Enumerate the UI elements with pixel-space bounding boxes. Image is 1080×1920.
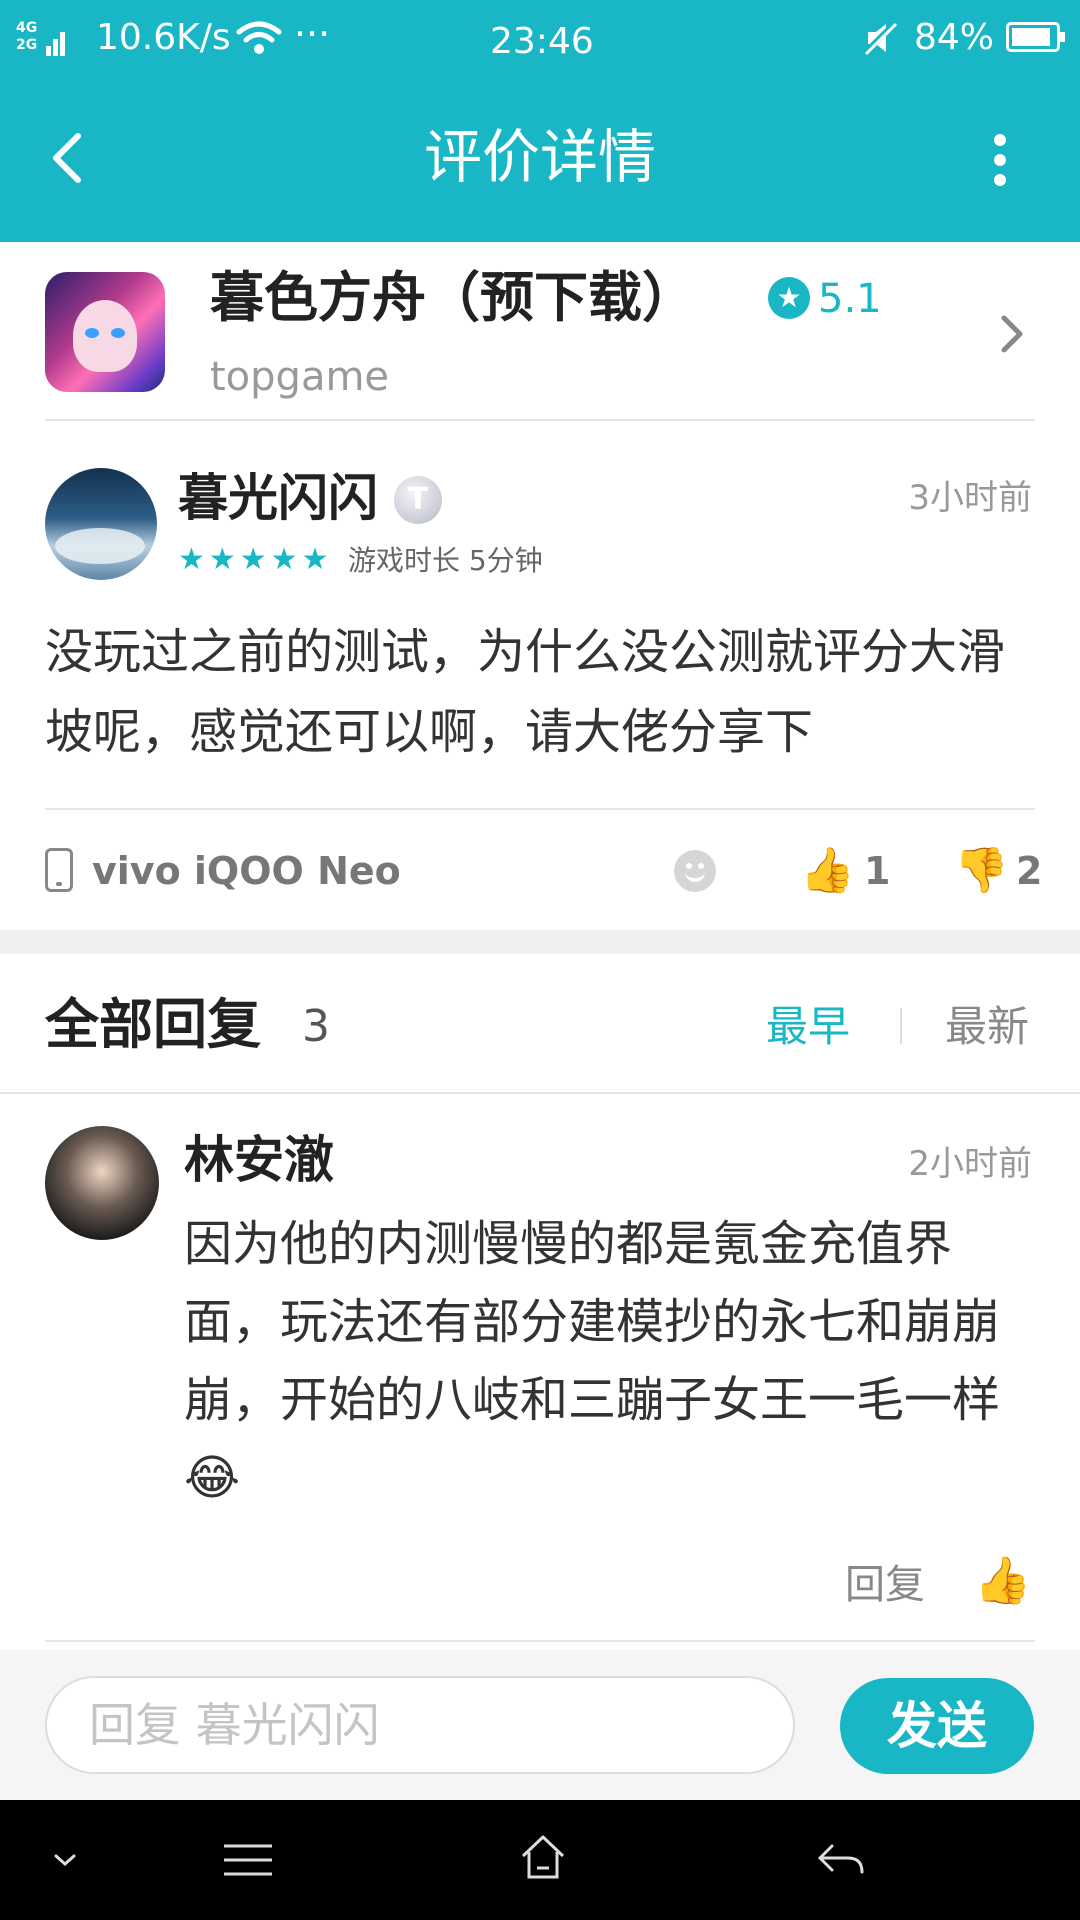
divider xyxy=(45,419,1035,421)
reply-content: 因为他的内测慢慢的都是氪金充值界面，玩法还有部分建模抄的永七和崩崩崩，开始的八岐… xyxy=(184,1216,1001,1506)
menu-icon[interactable] xyxy=(222,1840,274,1884)
page-title: 评价详情 xyxy=(423,123,656,191)
replies-count: 3 xyxy=(302,1001,330,1052)
battery-icon xyxy=(1006,22,1065,52)
reply-button[interactable]: 回复 xyxy=(845,1560,925,1610)
device-name: vivo iQOO Neo xyxy=(92,849,401,893)
more-status-icon: ··· xyxy=(294,12,331,56)
replier-name[interactable]: 林安澈 xyxy=(184,1130,334,1190)
section-gap xyxy=(0,930,1080,954)
back-nav-icon[interactable] xyxy=(816,1840,866,1884)
thumbs-down-icon[interactable]: 👎 xyxy=(954,843,1009,899)
chevron-right-icon[interactable] xyxy=(996,312,1028,360)
app-rating: 5.1 xyxy=(818,276,882,322)
divider xyxy=(0,1092,1080,1094)
battery-fill xyxy=(1012,28,1050,46)
replier-avatar[interactable] xyxy=(45,1126,159,1240)
reviewer-avatar[interactable] xyxy=(45,468,157,580)
dislike-count: 2 xyxy=(1016,849,1043,893)
review-content: 没玩过之前的测试，为什么没公测就评分大滑坡呢，感觉还可以啊，请大佬分享下 xyxy=(45,624,1006,760)
rating-star-icon: ★ xyxy=(768,277,810,319)
wifi-icon xyxy=(236,18,282,62)
reviewer-name[interactable]: 暮光闪闪 xyxy=(178,468,378,528)
rating-stars: ★★★★★ xyxy=(178,542,333,577)
reply-input[interactable] xyxy=(45,1676,795,1774)
divider xyxy=(45,808,1035,810)
status-time: 23:46 xyxy=(490,21,594,62)
mute-icon xyxy=(860,18,900,62)
thumbs-up-icon[interactable]: 👍 xyxy=(974,1550,1031,1610)
send-button[interactable]: 发送 xyxy=(840,1678,1034,1774)
play-time: 游戏时长 5分钟 xyxy=(348,544,543,577)
hide-keyboard-icon[interactable] xyxy=(50,1850,80,1874)
sort-earliest-tab[interactable]: 最早 xyxy=(766,1000,850,1054)
thumbs-up-icon[interactable]: 👍 xyxy=(800,843,855,899)
review-time: 3小时前 xyxy=(908,478,1032,518)
like-count: 1 xyxy=(864,849,891,893)
replies-title: 全部回复 xyxy=(45,993,261,1056)
network-speed: 10.6K/s xyxy=(96,17,231,58)
emoji-reaction-icon[interactable] xyxy=(674,850,716,892)
divider xyxy=(45,1640,1035,1642)
network-icon: 4G 2G xyxy=(16,20,68,56)
more-menu-button[interactable] xyxy=(980,130,1020,190)
level-badge: T xyxy=(394,476,442,524)
reply-time: 2小时前 xyxy=(908,1144,1032,1184)
app-icon xyxy=(45,272,165,392)
app-developer: topgame xyxy=(210,354,390,400)
sort-latest-tab[interactable]: 最新 xyxy=(945,1000,1029,1054)
home-icon[interactable] xyxy=(518,1832,568,1886)
phone-icon xyxy=(45,848,73,892)
app-name: 暮色方舟（预下载） xyxy=(210,266,696,329)
sort-separator xyxy=(900,1008,902,1044)
battery-percent: 84% xyxy=(914,17,995,58)
